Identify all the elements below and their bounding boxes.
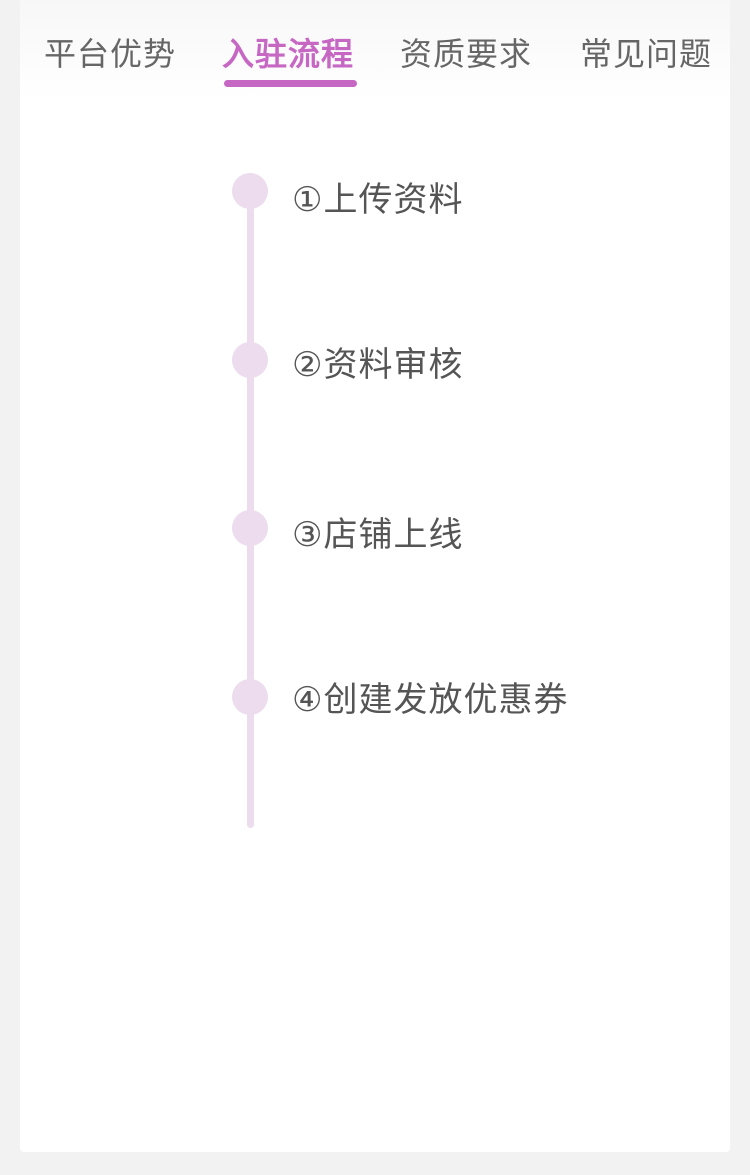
tab-qualification-requirements[interactable]: 资质要求	[400, 32, 532, 76]
timeline-dot-3	[232, 510, 268, 546]
timeline-dot-2	[232, 342, 268, 378]
step-create-coupons: ④创建发放优惠券	[292, 680, 569, 720]
step-materials-review: ②资料审核	[292, 345, 464, 385]
step-store-online: ③店铺上线	[292, 515, 464, 555]
step-upload-materials: ①上传资料	[292, 180, 464, 220]
active-tab-indicator	[224, 80, 357, 87]
tab-bar: 平台优势 入驻流程 资质要求 常见问题	[20, 0, 730, 100]
content-card: 平台优势 入驻流程 资质要求 常见问题 ①上传资料 ②资料审核 ③店铺上线 ④创…	[20, 0, 730, 1152]
timeline-dot-1	[232, 173, 268, 209]
timeline-dot-4	[232, 679, 268, 715]
tab-faq[interactable]: 常见问题	[580, 32, 712, 76]
tab-platform-advantages[interactable]: 平台优势	[44, 32, 176, 76]
tab-onboarding-process[interactable]: 入驻流程	[222, 32, 354, 76]
